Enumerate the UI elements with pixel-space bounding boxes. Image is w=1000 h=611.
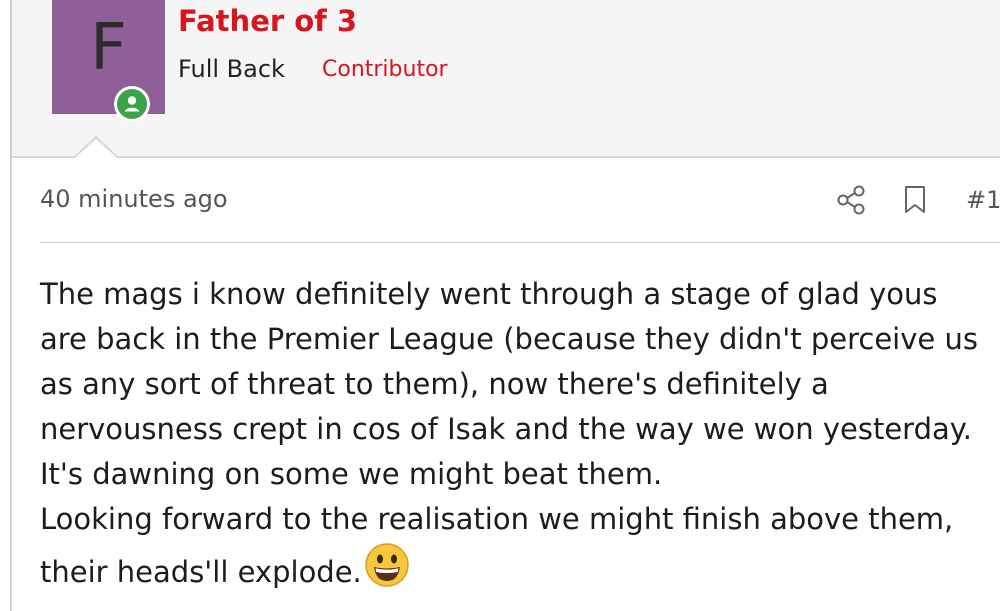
post-user-header: F xyxy=(12,0,1000,158)
user-role-banner: Contributor xyxy=(322,57,448,82)
post-body-line: Looking forward to the realisation we mi… xyxy=(40,502,954,536)
forum-post: F Father of 3 Full Back Contributor 40 m… xyxy=(0,0,1000,611)
header-pointer-inner xyxy=(74,139,118,159)
post-meta-bar: 40 minutes ago #12 xyxy=(40,180,1000,222)
online-status-icon xyxy=(114,86,150,122)
username-link[interactable]: Father of 3 xyxy=(178,4,357,38)
post-body-last-line: their heads'll explode. xyxy=(40,542,1000,595)
user-title: Full Back xyxy=(178,55,285,83)
grinning-face-emoji-icon xyxy=(365,543,409,587)
post-body-line: are back in the Premier League (because … xyxy=(40,322,978,356)
post-body-line: The mags i know definitely went through … xyxy=(40,277,938,311)
share-button[interactable] xyxy=(836,184,866,216)
post-body-line: as any sort of threat to them), now ther… xyxy=(40,367,829,401)
post-number-link[interactable]: #12 xyxy=(966,186,1000,214)
post-body: The mags i know definitely went through … xyxy=(40,272,1000,595)
bookmark-icon xyxy=(905,186,925,213)
share-icon xyxy=(837,185,865,215)
post-timestamp[interactable]: 40 minutes ago xyxy=(40,185,228,213)
post-body-line: their heads'll explode. xyxy=(40,555,362,589)
bookmark-button[interactable] xyxy=(902,184,928,216)
post-body-line: It's dawning on some we might beat them. xyxy=(40,457,663,491)
meta-divider xyxy=(40,242,1000,243)
post-body-line: nervousness crept in cos of Isak and the… xyxy=(40,412,973,446)
